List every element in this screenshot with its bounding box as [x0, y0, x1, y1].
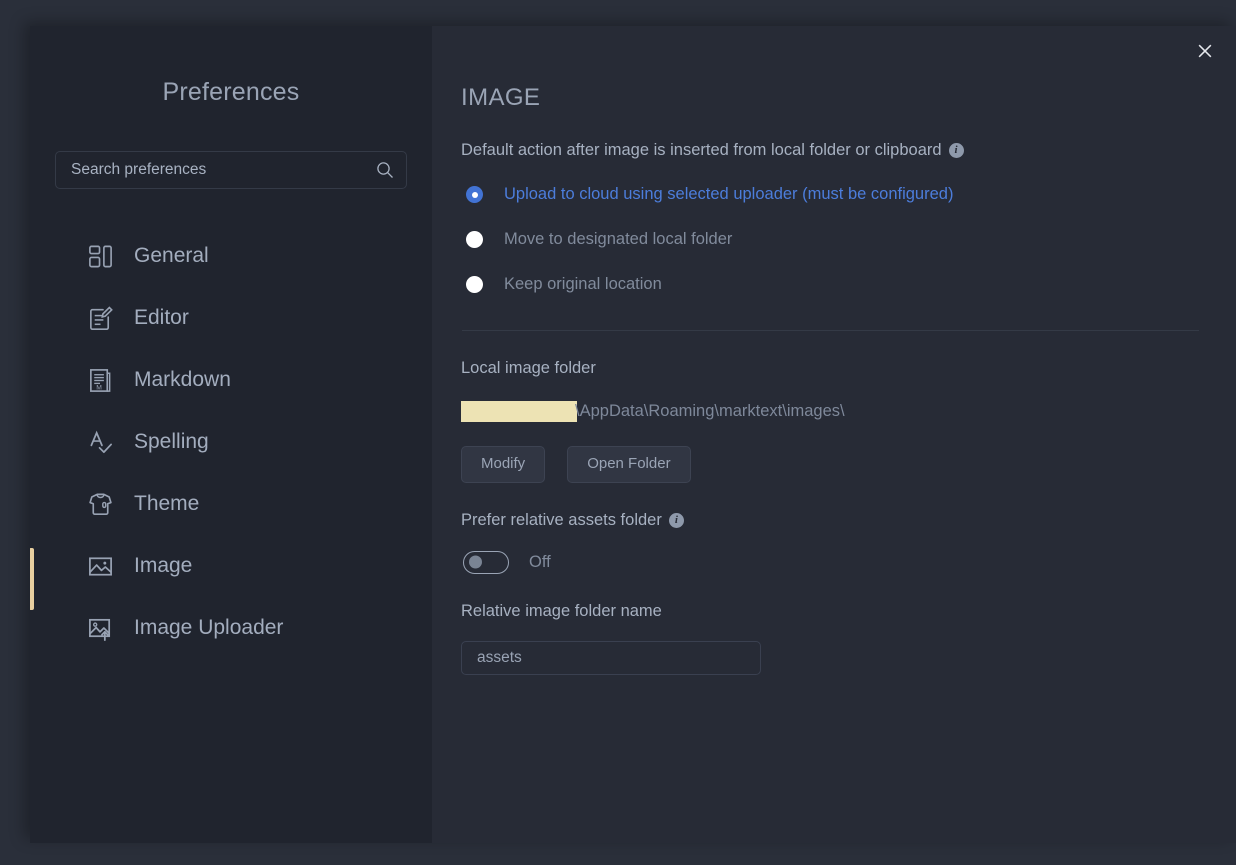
- spellcheck-icon: [85, 427, 115, 457]
- sidebar-nav: General Editor M Markdown Spelling Theme…: [30, 225, 432, 659]
- relative-image-folder-name-input[interactable]: [461, 640, 761, 675]
- svg-text:M: M: [96, 384, 102, 391]
- radio-indicator[interactable]: [466, 186, 483, 203]
- sidebar-item-image-uploader[interactable]: Image Uploader: [30, 597, 432, 659]
- markdown-file-icon: M: [85, 365, 115, 395]
- sidebar-item-theme[interactable]: Theme: [30, 473, 432, 535]
- sidebar-item-general[interactable]: General: [30, 225, 432, 287]
- sidebar-item-label: General: [134, 244, 209, 267]
- prefer-relative-assets-row: Off: [461, 550, 1206, 574]
- radio-option-keep-original-location[interactable]: Keep original location: [461, 267, 1206, 302]
- page-title: Preferences: [162, 78, 300, 106]
- default-action-radio-group: Upload to cloud using selected uploader …: [461, 177, 1206, 302]
- open-folder-button[interactable]: Open Folder: [567, 446, 691, 483]
- preferences-content: IMAGE Default action after image is inse…: [432, 26, 1236, 843]
- close-icon[interactable]: [1188, 34, 1222, 68]
- modify-button[interactable]: Modify: [461, 446, 546, 483]
- radio-label: Upload to cloud using selected uploader …: [504, 185, 954, 203]
- toggle-state-label: Off: [529, 552, 551, 571]
- sidebar-item-markdown[interactable]: M Markdown: [30, 349, 432, 411]
- search-input[interactable]: [71, 161, 376, 179]
- sidebar-item-editor[interactable]: Editor: [30, 287, 432, 349]
- edit-document-icon: [85, 303, 115, 333]
- radio-label: Keep original location: [504, 275, 662, 293]
- local-image-folder-actions: Modify Open Folder: [461, 446, 1206, 483]
- local-image-folder-label: Local image folder: [461, 359, 1206, 378]
- info-icon[interactable]: i: [948, 143, 964, 158]
- search-preferences-field[interactable]: [55, 151, 407, 189]
- local-image-folder-text: Local image folder: [461, 359, 596, 377]
- sidebar-item-spelling[interactable]: Spelling: [30, 411, 432, 473]
- radio-indicator[interactable]: [466, 231, 483, 248]
- layout-blocks-icon: [85, 241, 115, 271]
- sidebar-item-label: Image Uploader: [134, 616, 284, 639]
- radio-option-move-to-local-folder[interactable]: Move to designated local folder: [461, 222, 1206, 257]
- info-icon[interactable]: i: [668, 512, 684, 528]
- local-image-folder-path: \AppData\Roaming\marktext\images\: [461, 400, 1206, 422]
- redaction-block: [461, 400, 577, 422]
- toggle-knob: [469, 555, 482, 569]
- sidebar-item-label: Editor: [134, 306, 189, 329]
- image-icon: [85, 551, 115, 581]
- preferences-dialog: Preferences Search preferences General E…: [30, 26, 1236, 843]
- image-upload-icon: [85, 613, 115, 643]
- search-icon[interactable]: [376, 161, 394, 179]
- sidebar-item-label: Spelling: [134, 430, 209, 453]
- relative-image-folder-name-label: Relative image folder name: [461, 602, 1206, 621]
- radio-option-upload-to-cloud[interactable]: Upload to cloud using selected uploader …: [461, 177, 1206, 212]
- radio-indicator[interactable]: [466, 276, 483, 293]
- tshirt-icon: [85, 489, 115, 519]
- section-title: IMAGE: [461, 84, 541, 111]
- radio-label: Move to designated local folder: [504, 230, 733, 248]
- prefer-relative-assets-text: Prefer relative assets folder: [461, 510, 662, 529]
- sidebar-item-label: Theme: [134, 492, 200, 515]
- default-action-text: Default action after image is inserted f…: [461, 141, 942, 159]
- sidebar-item-image[interactable]: Image: [30, 535, 432, 610]
- app-root: Preferences Search preferences General E…: [0, 0, 1236, 865]
- default-action-label: Default action after image is inserted f…: [461, 141, 1206, 160]
- section-divider: [462, 330, 1199, 331]
- sidebar-item-label: Image: [134, 554, 193, 577]
- preferences-sidebar: Preferences Search preferences General E…: [30, 26, 432, 843]
- prefer-relative-assets-toggle[interactable]: [463, 550, 509, 574]
- prefer-relative-assets-label: Prefer relative assets folder i: [461, 511, 1206, 530]
- relative-image-folder-name-text: Relative image folder name: [461, 601, 662, 620]
- path-text: \AppData\Roaming\marktext\images\: [575, 401, 845, 420]
- sidebar-item-label: Markdown: [134, 368, 231, 391]
